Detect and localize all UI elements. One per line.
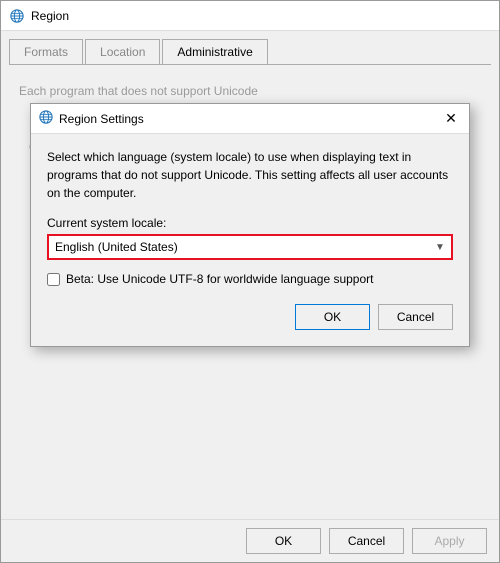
tabs-area: Formats Location Administrative: [9, 39, 491, 65]
modal-titlebar-left: Region Settings: [39, 110, 144, 127]
locale-dropdown-wrapper: English (United States) English (United …: [47, 234, 453, 260]
globe-icon: [9, 8, 25, 24]
outer-titlebar: Region: [1, 1, 499, 31]
outer-ok-button[interactable]: OK: [246, 528, 321, 554]
unicode-checkbox-row: Beta: Use Unicode UTF-8 for worldwide la…: [47, 272, 453, 286]
modal-title: Region Settings: [59, 112, 144, 126]
tab-location[interactable]: Location: [85, 39, 160, 64]
modal-close-button[interactable]: ✕: [441, 109, 461, 129]
region-settings-modal: Region Settings ✕ Select which language …: [30, 103, 470, 347]
bg-content: Each program that does not support Unico…: [9, 73, 491, 511]
modal-globe-icon: [39, 110, 53, 127]
modal-cancel-button[interactable]: Cancel: [378, 304, 453, 330]
modal-buttons: OK Cancel: [47, 300, 453, 332]
unicode-checkbox-label: Beta: Use Unicode UTF-8 for worldwide la…: [66, 272, 374, 286]
modal-body: Select which language (system locale) to…: [31, 134, 469, 346]
tab-formats[interactable]: Formats: [9, 39, 83, 64]
field-label: Current system locale:: [47, 216, 453, 230]
outer-apply-button[interactable]: Apply: [412, 528, 487, 554]
modal-ok-button[interactable]: OK: [295, 304, 370, 330]
locale-dropdown[interactable]: English (United States) English (United …: [47, 234, 453, 260]
outer-window: Region Formats Location Administrative E…: [0, 0, 500, 563]
outer-bottom-buttons: OK Cancel Apply: [1, 519, 499, 562]
outer-window-title: Region: [31, 9, 69, 23]
outer-cancel-button[interactable]: Cancel: [329, 528, 404, 554]
modal-description: Select which language (system locale) to…: [47, 148, 453, 202]
outer-content: Formats Location Administrative Each pro…: [1, 31, 499, 519]
modal-titlebar: Region Settings ✕: [31, 104, 469, 134]
modal-overlay: Region Settings ✕ Select which language …: [9, 73, 491, 511]
unicode-checkbox[interactable]: [47, 273, 60, 286]
tab-administrative[interactable]: Administrative: [162, 39, 267, 64]
